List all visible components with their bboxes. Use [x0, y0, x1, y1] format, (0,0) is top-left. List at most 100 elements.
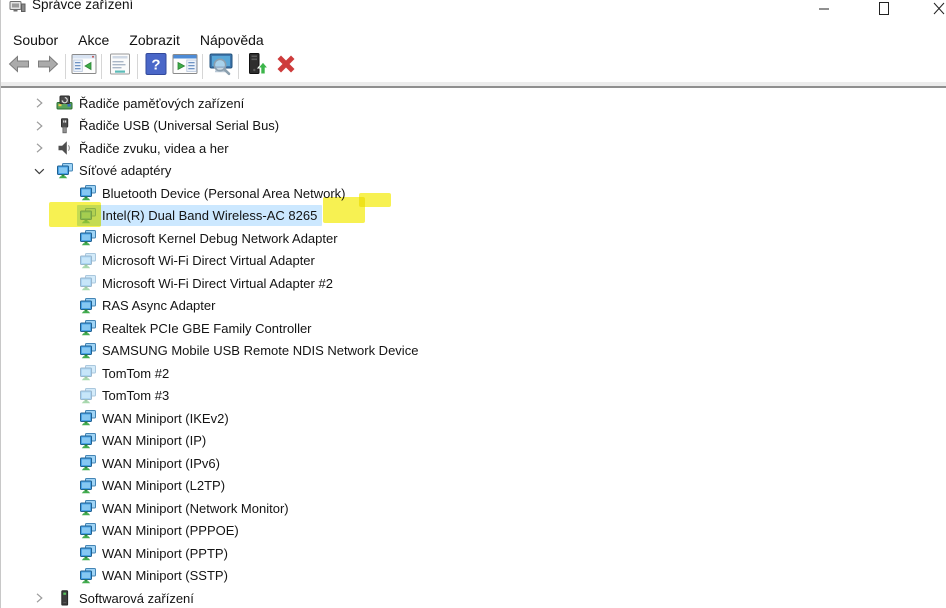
close-button[interactable]	[917, 0, 946, 22]
tree-category-row[interactable]: Řadiče paměťových zařízení	[1, 92, 946, 115]
tree-item-label: Síťové adaptéry	[79, 163, 172, 179]
tree-item-content[interactable]: WAN Miniport (Network Monitor)	[77, 498, 294, 519]
tree-device-row[interactable]: TomTom #2	[1, 362, 946, 385]
scan-hardware-changes-button[interactable]	[206, 53, 235, 81]
help-button[interactable]: ?	[141, 53, 170, 81]
tree-device-row[interactable]: Bluetooth Device (Personal Area Network)	[1, 182, 946, 205]
tree-item-label: Řadiče paměťových zařízení	[79, 95, 245, 111]
tree-category-row[interactable]: Síťové adaptéry	[1, 160, 946, 183]
tree-device-row[interactable]: WAN Miniport (SSTP)	[1, 565, 946, 588]
tree-item-label: WAN Miniport (IPv6)	[102, 455, 220, 471]
tree-item-label: Realtek PCIe GBE Family Controller	[102, 320, 312, 336]
yellow-highlighter-mark	[49, 202, 101, 227]
tree-device-row[interactable]: TomTom #3	[1, 385, 946, 408]
tree-item-content[interactable]: Intel(R) Dual Band Wireless-AC 8265	[77, 205, 323, 227]
svg-text:?: ?	[151, 57, 160, 74]
uninstall-device-button[interactable]	[271, 53, 300, 81]
tree-device-row[interactable]: SAMSUNG Mobile USB Remote NDIS Network D…	[1, 340, 946, 363]
tree-device-row[interactable]: WAN Miniport (PPPOE)	[1, 520, 946, 543]
properties-button[interactable]	[105, 53, 134, 81]
menu-soubor[interactable]: Soubor	[3, 30, 68, 50]
tree-item-content[interactable]: Bluetooth Device (Personal Area Network)	[77, 183, 351, 204]
tree-item-label: Microsoft Wi-Fi Direct Virtual Adapter	[102, 253, 315, 269]
tree-item-content[interactable]: Řadiče paměťových zařízení	[54, 93, 249, 114]
network-adapter-icon	[79, 230, 96, 246]
tree-device-row[interactable]: Microsoft Kernel Debug Network Adapter	[1, 227, 946, 250]
tree-device-row[interactable]: WAN Miniport (L2TP)	[1, 475, 946, 498]
tree-item-content[interactable]: RAS Async Adapter	[77, 295, 220, 316]
tree-item-content[interactable]: WAN Miniport (IKEv2)	[77, 408, 234, 429]
tree-category-row[interactable]: Softwarová zařízení	[1, 587, 946, 608]
network-adapter-icon	[79, 185, 96, 201]
forward-button[interactable]	[33, 53, 62, 81]
tree-item-content[interactable]: WAN Miniport (PPPOE)	[77, 520, 244, 541]
tree-item-label: Softwarová zařízení	[79, 590, 194, 606]
minimize-button[interactable]	[802, 0, 846, 22]
chevron-collapsed-icon[interactable]	[31, 590, 47, 606]
tree-item-content[interactable]: SAMSUNG Mobile USB Remote NDIS Network D…	[77, 340, 423, 361]
chevron-collapsed-icon[interactable]	[31, 118, 47, 134]
network-adapter-icon	[79, 275, 96, 291]
tree-device-row[interactable]: Intel(R) Dual Band Wireless-AC 8265	[1, 205, 946, 228]
tree-device-row[interactable]: WAN Miniport (Network Monitor)	[1, 497, 946, 520]
chevron-expanded-icon[interactable]	[31, 163, 47, 179]
network-adapter-icon	[79, 410, 96, 426]
update-driver-button[interactable]	[242, 53, 271, 81]
tree-item-content[interactable]: Řadiče USB (Universal Serial Bus)	[54, 115, 284, 136]
menu-n-pov-da[interactable]: Nápověda	[190, 30, 274, 50]
tree-item-content[interactable]: Microsoft Wi-Fi Direct Virtual Adapter #…	[77, 273, 338, 294]
properties-icon	[108, 53, 132, 80]
menu-akce[interactable]: Akce	[68, 30, 119, 50]
tree-item-label: Řadiče zvuku, videa a her	[79, 140, 229, 156]
back-button[interactable]	[4, 53, 33, 81]
window-title: Správce zařízení	[32, 0, 134, 12]
tree-device-row[interactable]: Microsoft Wi-Fi Direct Virtual Adapter #…	[1, 272, 946, 295]
tree-device-row[interactable]: WAN Miniport (IPv6)	[1, 452, 946, 475]
tree-device-row[interactable]: WAN Miniport (IP)	[1, 430, 946, 453]
tree-item-content[interactable]: WAN Miniport (IP)	[77, 430, 211, 451]
tree-item-content[interactable]: Microsoft Wi-Fi Direct Virtual Adapter	[77, 250, 320, 271]
network-adapter-icon	[79, 477, 96, 494]
tree-device-row[interactable]: RAS Async Adapter	[1, 295, 946, 318]
menubar: Soubor Akce Zobrazit Nápověda	[1, 28, 946, 51]
tree-item-content[interactable]: WAN Miniport (SSTP)	[77, 565, 233, 586]
tree-item-content[interactable]: WAN Miniport (L2TP)	[77, 475, 230, 496]
yellow-highlighter-mark	[359, 193, 391, 207]
network-adapter-icon	[79, 522, 96, 539]
tree-category-row[interactable]: Řadiče USB (Universal Serial Bus)	[1, 115, 946, 138]
tree-device-row[interactable]: Realtek PCIe GBE Family Controller	[1, 317, 946, 340]
toolbar-separator	[202, 54, 203, 79]
tree-item-label: WAN Miniport (IP)	[102, 433, 207, 449]
toolbar-separator	[65, 54, 66, 79]
tree-device-row[interactable]: WAN Miniport (IKEv2)	[1, 407, 946, 430]
tree-device-row[interactable]: WAN Miniport (PPTP)	[1, 542, 946, 565]
chevron-collapsed-icon[interactable]	[31, 140, 47, 156]
tree-item-label: SAMSUNG Mobile USB Remote NDIS Network D…	[102, 343, 419, 359]
tree-category-row[interactable]: Řadiče zvuku, videa a her	[1, 137, 946, 160]
tree-device-row[interactable]: Microsoft Wi-Fi Direct Virtual Adapter	[1, 250, 946, 273]
tree-item-content[interactable]: Realtek PCIe GBE Family Controller	[77, 318, 317, 339]
tree-item-content[interactable]: Síťové adaptéry	[54, 160, 176, 181]
toolbar: ?	[1, 51, 946, 82]
maximize-button[interactable]	[862, 0, 906, 22]
storage-controller-icon	[56, 95, 73, 111]
show-hide-console-tree-button[interactable]	[69, 53, 98, 81]
show-hide-action-pane-icon	[172, 53, 198, 80]
tree-item-label: WAN Miniport (PPTP)	[102, 545, 228, 561]
tree-item-content[interactable]: WAN Miniport (PPTP)	[77, 543, 233, 564]
tree-item-content[interactable]: TomTom #2	[77, 363, 174, 384]
tree-item-content[interactable]: TomTom #3	[77, 385, 174, 406]
show-hide-action-pane-button[interactable]	[170, 53, 199, 81]
tree-item-content[interactable]: WAN Miniport (IPv6)	[77, 453, 225, 474]
titlebar: Správce zařízení	[1, 0, 946, 24]
network-adapter-icon	[79, 320, 96, 336]
chevron-collapsed-icon[interactable]	[31, 95, 47, 111]
tree-item-content[interactable]: Softwarová zařízení	[54, 588, 199, 608]
tree-item-content[interactable]: Microsoft Kernel Debug Network Adapter	[77, 228, 343, 249]
tree-item-content[interactable]: Řadiče zvuku, videa a her	[54, 138, 234, 159]
network-adapter-icon	[79, 387, 96, 404]
toolbar-separator	[238, 54, 239, 79]
device-manager-window: Správce zařízení Soubor Akce Zobrazit Nápov…	[0, 0, 946, 608]
menu-zobrazit[interactable]: Zobrazit	[119, 30, 190, 50]
forward-icon	[36, 53, 60, 80]
